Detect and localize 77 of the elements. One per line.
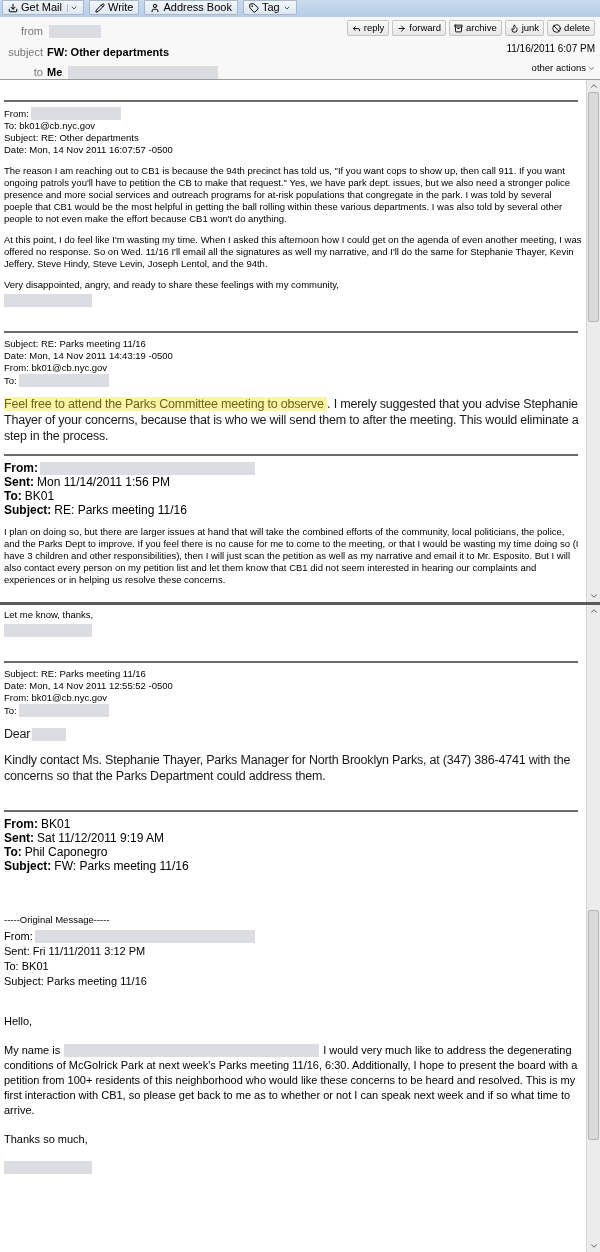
field-label: from [20, 24, 43, 39]
header-line: To: bk01@cb.nyc.gov [4, 120, 95, 132]
message-text: I would very much like to address the degenerating [323, 1043, 572, 1058]
header-label: Subject: [4, 503, 52, 517]
header-line: Date: Mon, 14 Nov 2011 16:07:57 -0500 [4, 144, 173, 156]
header-label: From: [4, 929, 33, 944]
header-value: FW: Parks meeting 11/16 [54, 859, 189, 873]
header-line: Subject: RE: Parks meeting 11/16 [4, 668, 146, 680]
redaction-bar [49, 24, 101, 38]
header-label: To: [4, 489, 22, 503]
toolbar-button[interactable]: Address Book [144, 0, 238, 15]
message-paragraph: Very disappointed, angry, and ready to share these feelings with my community, [4, 279, 340, 291]
header-value: Sat 11/12/2011 9:19 AM [37, 831, 164, 845]
message-paragraph: Thanks so much, [4, 1132, 89, 1147]
tag-icon [248, 2, 259, 13]
action-button[interactable]: archive [449, 20, 502, 36]
scrollbar-thumb[interactable] [588, 910, 599, 1140]
other-actions-menu[interactable]: other actions [531, 61, 595, 76]
header-value: RE: Parks meeting 11/16 [54, 503, 187, 517]
header-value: Mon 11/14/2011 1:56 PM [37, 475, 170, 489]
scrollbar-thumb[interactable] [588, 92, 599, 322]
scrollbar[interactable] [586, 80, 600, 602]
action-button[interactable]: reply [346, 20, 390, 36]
header-line: Sent: Fri 11/11/2011 3:12 PM [4, 944, 146, 959]
header-label: From: [4, 817, 38, 831]
date-text: 11/16/2011 6:07 PM [506, 42, 595, 56]
message-paragraph: The reason I am reaching out to CB1 is because the 94th precinct has told us, "If you want cops to show up, then call 911. If you want ongoing patrols you'll have to petition the CB to make that request." Yes, we have park dept. issues, but we also need a stronger police presence and more social services and outreach programs for at-risk populations that congregate in the park. I was told by several poeple that CB1 would be the most helpful in getting the ball rolling within these various departments. I was also told by several other people to not even make the effort because CB1 won't do anything. [4, 165, 572, 225]
header-value: BK01 [24, 489, 55, 503]
message-paragraph: Kindly contact Ms. Stephanie Thayer, Parks Manager for North Brooklyn Parks, at (347) 386-4741 with the concerns so that the Parks Department could address them. [4, 752, 572, 784]
header-label: Sent: [4, 475, 34, 489]
download-icon [8, 2, 18, 13]
header-line: Subject: RE: Parks meeting 11/16 [4, 338, 146, 350]
message-paragraph: -----Original Message----- [4, 914, 111, 926]
subject-text: FW: Other departments [47, 44, 170, 60]
person-icon [150, 2, 161, 13]
header-line: Date: Mon, 14 Nov 2011 14:43:19 -0500 [4, 350, 173, 362]
no-entry-icon [552, 23, 562, 33]
header-label: To: [4, 704, 17, 717]
header-label: To: [4, 845, 22, 859]
toolbar-button[interactable]: Write [88, 0, 140, 15]
message-paragraph: conditions of McGolrick Park at next week's Parks meeting 11/16, 6:30. Additionally, I hope to present the board with a petition from 100+ residents of this neighborhood who would like these concerns to be heard and resolved. This is my first interaction with CB1, so please get back to me as to whether or not I can speak next week and if so what time to arrive. [4, 1058, 579, 1118]
message-text: Dear [4, 726, 31, 742]
message-paragraph: At this point, I do feel like I'm wasting my time. When I asked this afternoon how I could get on the agenda of even another meeting, I was offered no response. So on Wed. 11/16 I'll email all the signatures as well my narrative, and I'll do the same for Stephanie Thayer, Kevin Jeffery, Steve Hindy, Steve Levin, Joseph Lentol, and the 94th. [4, 234, 582, 270]
action-button[interactable]: junk [504, 20, 545, 36]
reply-icon [351, 23, 361, 33]
action-button[interactable]: forward [392, 20, 447, 36]
action-button[interactable]: delete [547, 20, 595, 36]
flame-icon [509, 23, 519, 33]
header-label: Subject: [4, 859, 52, 873]
scrollbar[interactable] [586, 605, 600, 1252]
toolbar-button[interactable]: Get Mail [2, 0, 84, 15]
header-label: Sent: [4, 831, 34, 845]
toolbar-button[interactable]: Tag [242, 0, 297, 15]
message-paragraph: I plan on doing so, but there are larger issues at hand that will take the combined efforts of the community, local politicians, the police, and the Parks Dept to improve. If you feel there is no cause for me to come to the meeting, or that I would be wasting my time doing so (I have 3 children and other responsibilities), then I will just scan the petition as well as my narrative and email it to Mr. Esposito. But I will also contact every person on my petition list and let them know that CB1 did not seem interested in hearing our complaints and experiences or in helping us resolve these concerns. [4, 526, 580, 586]
message-text: My name is [4, 1043, 61, 1058]
archive-icon [454, 23, 464, 33]
recipient-text: Me [47, 65, 63, 80]
message-paragraph: Let me know, thanks, [4, 609, 95, 621]
field-label: to [32, 65, 43, 80]
pencil-icon [94, 2, 105, 13]
header-line: Subject: Parks meeting 11/16 [4, 974, 147, 989]
header-line: From: bk01@cb.nyc.gov [4, 692, 108, 704]
redaction-bar [32, 727, 67, 741]
header-value: BK01 [41, 817, 71, 831]
header-label: From: [4, 461, 38, 475]
header-label: From: [4, 107, 29, 120]
header-line: Date: Mon, 14 Nov 2011 12:55:52 -0500 [4, 680, 173, 692]
message-paragraph: Hello, [4, 1014, 34, 1029]
message-paragraph: Feel free to attend the Parks Committee meeting to observe . I merely suggested that you advise Stephanie Thayer of your concerns, because that is who we will send them to after the meeting. This would eliminate a step in the process. [4, 396, 580, 444]
header-line: From: bk01@cb.nyc.gov [4, 362, 108, 374]
field-label: subject [7, 44, 43, 60]
header-line: Subject: RE: Other departments [4, 132, 139, 144]
header-line: To: BK01 [4, 959, 49, 974]
dropdown-icon [588, 64, 595, 72]
arrow-right-icon [397, 23, 407, 33]
header-label: To: [4, 374, 17, 387]
header-value: Phil Caponegro [24, 845, 108, 859]
